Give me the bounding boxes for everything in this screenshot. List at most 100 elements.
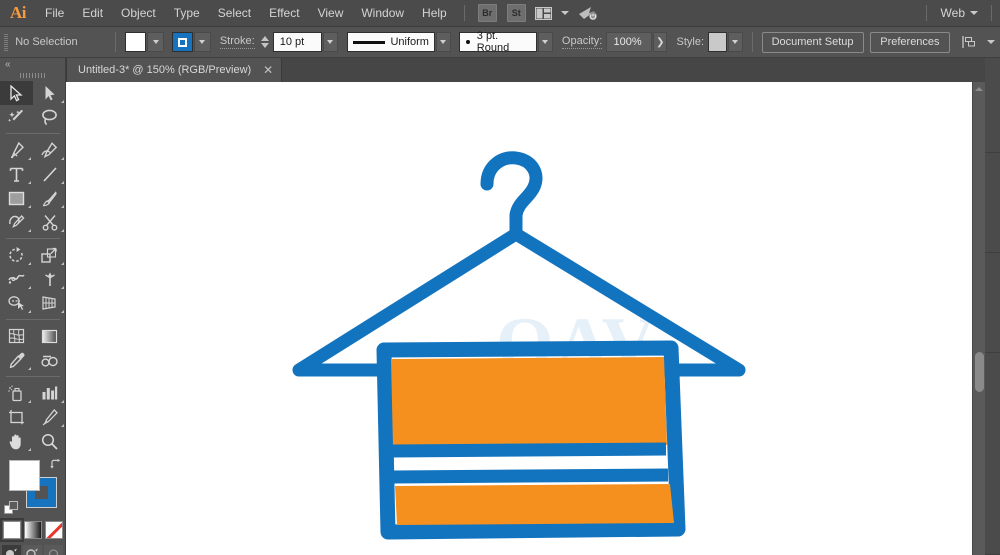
width-profile-select[interactable]: Uniform xyxy=(347,32,435,52)
color-swatch-mode-button[interactable] xyxy=(3,521,21,539)
preferences-button[interactable]: Preferences xyxy=(870,32,949,53)
menu-item-edit[interactable]: Edit xyxy=(73,0,112,27)
tool-perspective-grid[interactable] xyxy=(33,291,66,315)
menu-item-file[interactable]: File xyxy=(36,0,73,27)
canvas-artboard[interactable]: QAV xyxy=(66,82,972,555)
stroke-weight-stepper[interactable] xyxy=(261,36,269,48)
workspace-divider-right xyxy=(991,5,992,21)
fill-chevron-down-icon[interactable] xyxy=(147,32,164,52)
menu-item-help[interactable]: Help xyxy=(413,0,456,27)
panel-dock-group-3[interactable] xyxy=(985,253,1000,353)
hanger-shape xyxy=(299,158,739,370)
draw-normal-mode-button[interactable] xyxy=(2,545,21,555)
opacity-flyout-arrow-icon[interactable]: ❯ xyxy=(653,32,667,52)
menu-bar: Ai File Edit Object Type Select Effect V… xyxy=(0,0,1000,27)
tool-free-transform[interactable] xyxy=(33,267,66,291)
flyout-indicator xyxy=(61,205,64,208)
tool-eyedropper[interactable] xyxy=(0,348,33,372)
stroke-swatch[interactable] xyxy=(172,32,193,52)
graphic-style-swatch[interactable] xyxy=(708,32,727,52)
workspace-chevron-down-icon[interactable] xyxy=(970,11,978,15)
bridge-button[interactable]: Br xyxy=(478,4,497,22)
tool-shape-builder[interactable] xyxy=(0,291,33,315)
tool-scale[interactable] xyxy=(33,243,66,267)
stroke-color-control[interactable] xyxy=(172,32,211,52)
tool-artboard[interactable] xyxy=(0,405,33,429)
tool-line-segment[interactable] xyxy=(33,162,66,186)
tool-slice[interactable] xyxy=(33,405,66,429)
tool-type[interactable] xyxy=(0,162,33,186)
scrollbar-thumb[interactable] xyxy=(975,352,984,392)
sync-settings-icon[interactable] xyxy=(578,5,598,21)
menu-item-select[interactable]: Select xyxy=(209,0,260,27)
fill-color-control[interactable] xyxy=(125,32,164,52)
draw-behind-mode-button[interactable] xyxy=(23,545,42,555)
tool-width[interactable] xyxy=(0,267,33,291)
tool-column-graph[interactable] xyxy=(33,381,66,405)
menu-item-effect[interactable]: Effect xyxy=(260,0,308,27)
tool-pen[interactable] xyxy=(0,138,33,162)
arrange-documents-chevron-down-icon[interactable] xyxy=(561,11,569,15)
stroke-weight-chevron-down-icon[interactable] xyxy=(323,32,338,52)
graphic-style-chevron-down-icon[interactable] xyxy=(728,32,743,52)
workspace-switcher-label[interactable]: Web xyxy=(935,6,965,20)
flyout-indicator xyxy=(28,229,31,232)
tool-zoom[interactable] xyxy=(33,429,66,453)
panel-dock-group-2[interactable] xyxy=(985,153,1000,253)
swap-fill-stroke-icon[interactable] xyxy=(50,457,62,469)
tool-curvature[interactable] xyxy=(33,138,66,162)
stroke-weight-label[interactable]: Stroke: xyxy=(220,35,255,49)
control-bar-drag-handle[interactable] xyxy=(4,34,8,51)
none-mode-button[interactable] xyxy=(45,521,63,539)
panel-dock-group-1[interactable] xyxy=(985,58,1000,153)
vertical-scrollbar[interactable] xyxy=(972,82,985,555)
scroll-up-arrow-icon[interactable] xyxy=(975,87,983,91)
tool-blend[interactable] xyxy=(33,348,66,372)
document-setup-button[interactable]: Document Setup xyxy=(762,32,864,53)
tool-magic-wand[interactable] xyxy=(0,105,33,129)
tool-symbol-sprayer[interactable] xyxy=(0,381,33,405)
opacity-label[interactable]: Opacity: xyxy=(562,35,602,49)
document-tab[interactable]: Untitled-3* @ 150% (RGB/Preview) ✕ xyxy=(66,58,282,82)
document-tab-bar: Untitled-3* @ 150% (RGB/Preview) ✕ xyxy=(0,58,1000,82)
menu-item-view[interactable]: View xyxy=(309,0,353,27)
menu-divider xyxy=(464,5,465,21)
stroke-chevron-down-icon[interactable] xyxy=(194,32,211,52)
tool-rotate[interactable] xyxy=(0,243,33,267)
close-icon[interactable]: ✕ xyxy=(263,64,273,76)
menu-item-object[interactable]: Object xyxy=(112,0,165,27)
tool-direct-selection[interactable] xyxy=(33,81,66,105)
tool-selection[interactable] xyxy=(0,81,33,105)
flyout-indicator xyxy=(28,310,31,313)
width-profile-chevron-down-icon[interactable] xyxy=(436,32,451,52)
stroke-weight-input[interactable]: 10 pt xyxy=(273,32,322,52)
brush-definition-chevron-down-icon[interactable] xyxy=(538,32,553,52)
tools-panel-drag-handle[interactable] xyxy=(0,70,65,81)
right-panel-dock[interactable] xyxy=(985,58,1000,555)
tool-scissors[interactable] xyxy=(33,210,66,234)
draw-inside-mode-button[interactable] xyxy=(44,545,63,555)
tool-lasso[interactable] xyxy=(33,105,66,129)
stock-button[interactable]: St xyxy=(507,4,526,22)
gradient-mode-button[interactable] xyxy=(24,521,42,539)
opacity-input[interactable]: 100% xyxy=(606,32,652,52)
tool-gradient[interactable] xyxy=(33,324,66,348)
arrange-documents-icon[interactable] xyxy=(535,7,552,20)
fill-color-proxy[interactable] xyxy=(9,460,40,491)
flyout-indicator xyxy=(61,424,64,427)
brush-definition-select[interactable]: 3 pt. Round xyxy=(459,32,537,52)
panel-dock-group-4[interactable] xyxy=(985,353,1000,555)
collapse-panel-icon[interactable] xyxy=(0,58,65,70)
tool-shaper[interactable] xyxy=(0,210,33,234)
tool-mesh[interactable] xyxy=(0,324,33,348)
flyout-indicator xyxy=(28,286,31,289)
tool-paintbrush[interactable] xyxy=(33,186,66,210)
menu-item-type[interactable]: Type xyxy=(165,0,209,27)
menu-item-window[interactable]: Window xyxy=(352,0,413,27)
tool-hand[interactable] xyxy=(0,429,33,453)
align-chevron-down-icon[interactable] xyxy=(987,40,995,44)
tool-rectangle[interactable] xyxy=(0,186,33,210)
fill-swatch[interactable] xyxy=(125,32,146,52)
align-objects-icon[interactable] xyxy=(962,35,978,49)
default-fill-stroke-icon[interactable] xyxy=(4,501,18,515)
